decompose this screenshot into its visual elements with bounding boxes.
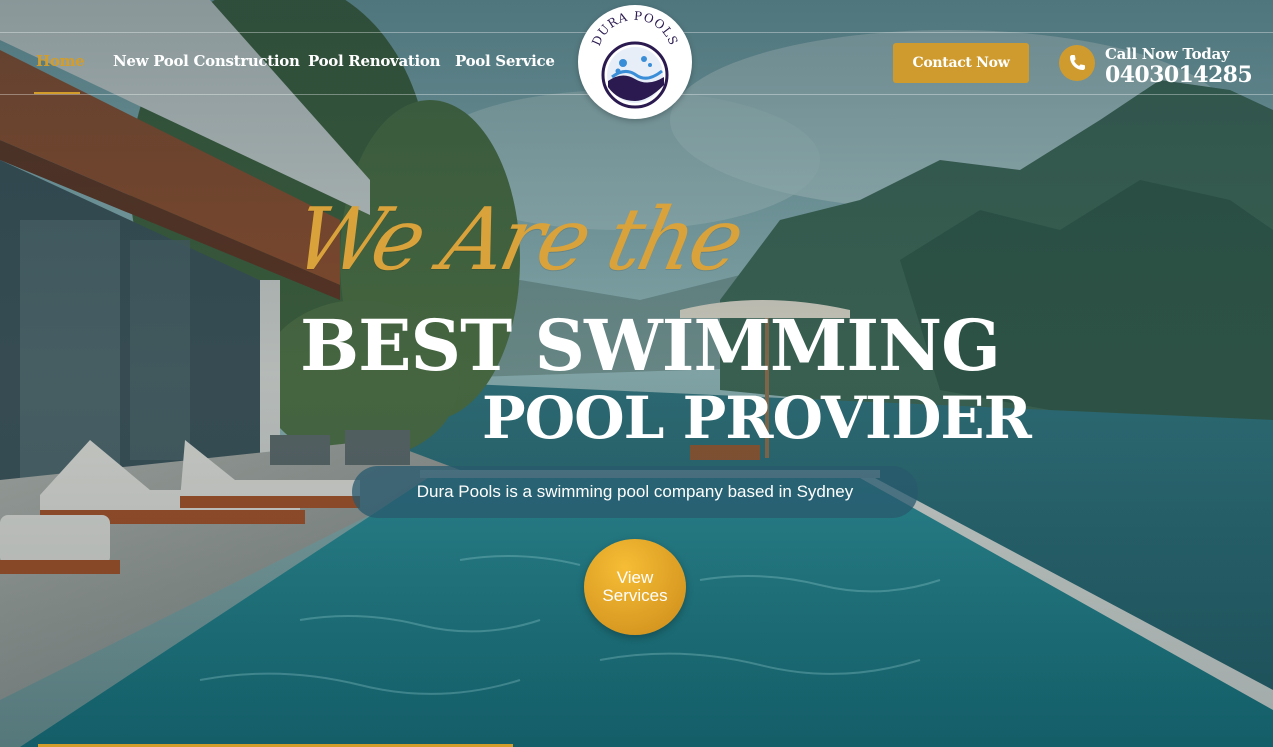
hero-title-line-1: BEST SWIMMING bbox=[300, 304, 1001, 387]
contact-now-button[interactable]: Contact Now bbox=[893, 43, 1029, 83]
hero-title-line-2: POOL PROVIDER bbox=[482, 384, 1032, 452]
logo[interactable]: DURA POOLS bbox=[578, 5, 692, 119]
nav-item-pool-renovation[interactable]: Pool Renovation bbox=[308, 52, 441, 70]
nav-item-home[interactable]: Home bbox=[36, 52, 85, 70]
logo-bubbles-icon: DURA POOLS bbox=[589, 9, 680, 109]
hero-script-heading: We Are the bbox=[285, 190, 749, 290]
phone-icon[interactable] bbox=[1059, 45, 1095, 81]
nav-active-indicator bbox=[34, 92, 80, 94]
view-services-label-line-1: View bbox=[616, 568, 654, 587]
hero-tagline: Dura Pools is a swimming pool company ba… bbox=[416, 482, 854, 501]
nav-item-pool-service[interactable]: Pool Service bbox=[455, 52, 555, 70]
phone-number[interactable]: 0403014285 bbox=[1105, 62, 1253, 88]
nav-item-new-pool-construction[interactable]: New Pool Construction bbox=[113, 52, 300, 70]
view-services-button[interactable]: View Services bbox=[584, 539, 686, 635]
view-services-label-line-2: Services bbox=[602, 586, 668, 605]
call-now-label: Call Now Today bbox=[1105, 45, 1230, 63]
